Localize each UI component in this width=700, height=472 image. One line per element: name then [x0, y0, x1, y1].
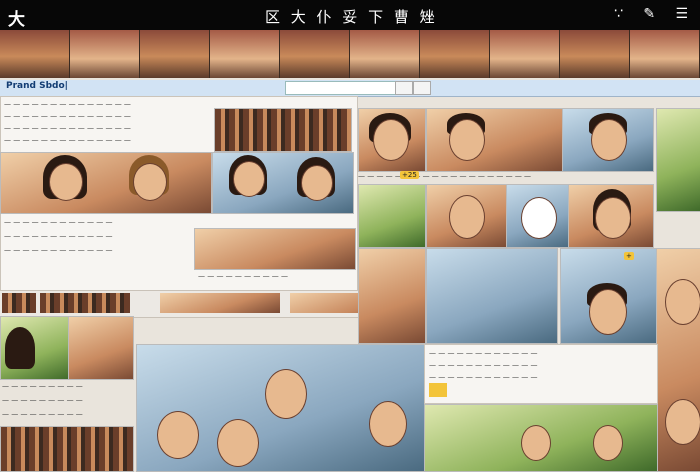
thumbnail-street-2[interactable] [358, 248, 426, 344]
banner-strip [0, 30, 700, 78]
text-line: — — — — — — — — — [2, 382, 83, 390]
banner-thumb[interactable] [560, 30, 630, 78]
text-line: — — — — — — — — — — — — — — [4, 100, 131, 108]
banner-thumb[interactable] [630, 30, 700, 78]
portrait-glasses[interactable] [506, 184, 570, 248]
text-line: — — — — — — — — — — — — [4, 246, 113, 254]
thumbnail-crowd-2[interactable] [0, 426, 134, 472]
top-icons[interactable]: ∵ ✎ ☰ [614, 6, 696, 22]
text-line: — — — — — — — — — — [198, 272, 289, 280]
thumbnail-crowd[interactable] [214, 108, 352, 152]
info-panel: — — — — — — — — — — — — — — — — — — — — … [424, 344, 658, 404]
thumbnail-room[interactable] [426, 248, 558, 344]
thumbnail-street[interactable] [194, 228, 356, 270]
banner-thumb[interactable] [0, 30, 70, 78]
banner-thumb[interactable] [70, 30, 140, 78]
thumbnail-building[interactable] [68, 316, 134, 380]
portrait[interactable] [426, 184, 508, 248]
banner-thumb[interactable] [210, 30, 280, 78]
thumbnail-group[interactable] [424, 404, 658, 472]
text-line: — — — — — — — — — — — — [4, 218, 113, 226]
banner-thumb[interactable] [280, 30, 350, 78]
text-line: — — — — — — — — — — — — — — [4, 112, 131, 120]
text-line: — — — — — — — — — [2, 396, 83, 404]
portrait[interactable] [568, 184, 654, 248]
portrait-sky[interactable] [560, 248, 658, 344]
portrait-edge[interactable] [656, 248, 700, 472]
banner-thumb[interactable] [140, 30, 210, 78]
banner-thumb[interactable] [490, 30, 560, 78]
nav-back-button[interactable] [395, 81, 413, 95]
thumbnail-garden[interactable] [358, 184, 426, 248]
nav-forward-button[interactable] [413, 81, 431, 95]
portrait[interactable] [426, 108, 564, 172]
address-label[interactable]: Prand Sbdo| [6, 81, 68, 91]
portrait[interactable] [562, 108, 654, 172]
text-line: — — — — — — — — — — — — [4, 232, 113, 240]
text-line: — — — — — — — — — — — — — — [4, 124, 131, 132]
banner-thumb[interactable] [350, 30, 420, 78]
thumbnail-strip [0, 290, 420, 318]
text-line: — — — — — — — — — [2, 410, 83, 418]
count-badge[interactable]: +25 [400, 171, 419, 179]
thumbnail-green[interactable] [0, 316, 70, 380]
text-line: — — — — — — — — — — — — — — [4, 136, 131, 144]
banner-thumb[interactable] [420, 30, 490, 78]
portrait[interactable] [358, 108, 426, 172]
top-title: 区 大 仆 妥 下 曹 矬 [265, 8, 438, 26]
portrait-pair-2[interactable] [212, 152, 354, 214]
green-poster[interactable] [656, 108, 700, 212]
status-badge[interactable]: + [624, 252, 634, 260]
portrait-pair[interactable] [0, 152, 212, 214]
app-logo[interactable]: 大 [8, 5, 25, 30]
large-scene[interactable] [136, 344, 426, 472]
